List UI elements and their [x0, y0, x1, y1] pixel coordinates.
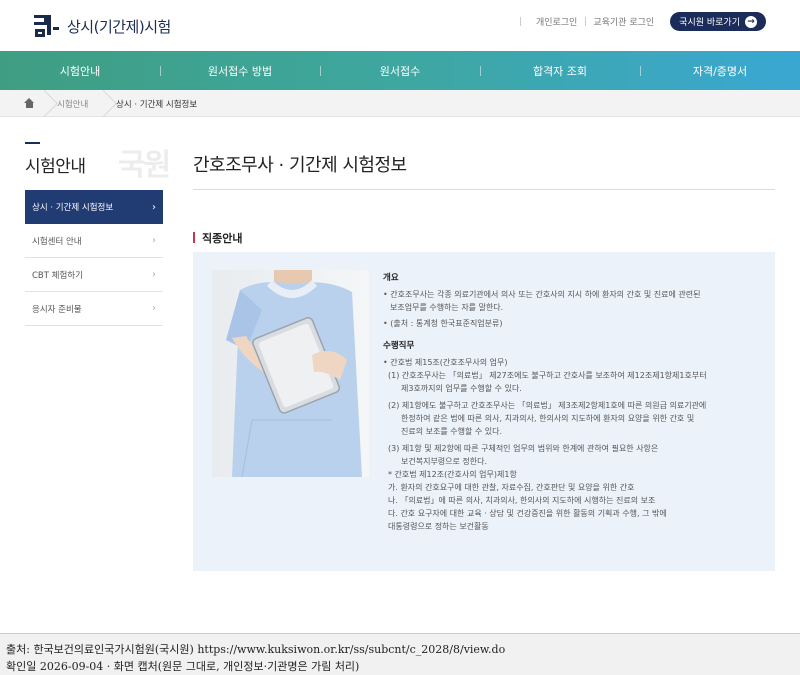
confirm-line: 확인일 2026-09-04 · 화면 캡처(원문 그대로, 개인정보·기관명은… [6, 660, 360, 673]
chevron-right-icon: › [152, 269, 156, 280]
duties-line: 제3호까지의 업무를 수행할 수 있다. [401, 384, 522, 393]
overview-line: • 간호조무사는 각종 의료기관에서 의사 또는 간호사의 지시 하에 환자의 … [383, 288, 763, 314]
chevron-right-icon: › [152, 303, 156, 314]
duties-line: 다. 간호 요구자에 대한 교육 · 상담 및 건강증진을 위한 활동의 기획과… [388, 509, 667, 518]
breadcrumb-current: 상시 · 기간제 시험정보 [116, 100, 198, 110]
gnb-application[interactable]: 원서접수 [320, 51, 480, 90]
page-title: 간호조무사 · 기간제 시험정보 [193, 155, 407, 176]
gnb-exam-guide[interactable]: 시험안내 [0, 51, 160, 90]
side-item-cbt-trial[interactable]: CBT 체험하기 › [25, 258, 163, 292]
overview-text: • 간호조무사는 각종 의료기관에서 의사 또는 간호사의 지시 하에 환자의 … [383, 290, 701, 299]
section-accent [193, 232, 195, 243]
nurse-photo [212, 270, 369, 477]
side-title: 시험안내 [25, 157, 86, 177]
institution-login-link[interactable]: 교육기관 로그인 [585, 15, 662, 28]
duties-line: 보건복지부령으로 정한다. [401, 457, 488, 466]
utility-nav: 개인로그인 교육기관 로그인 국시원 바로가기 → [519, 12, 766, 31]
overview-text: 보조업무를 수행하는 자를 말한다. [390, 303, 504, 312]
side-item-supplies[interactable]: 응시자 준비물 › [25, 292, 163, 326]
arrow-right-icon: → [745, 15, 757, 28]
personal-login-link[interactable]: 개인로그인 [519, 15, 585, 28]
side-watermark-logo: 국원 [118, 148, 171, 183]
duties-line: 가. 환자의 간호요구에 대한 관찰, 자료수집, 간호판단 및 요양을 위한 … [388, 483, 635, 492]
title-divider [193, 189, 775, 190]
duties-line: 한정하여 같은 법에 따른 의사, 치과의사, 한의사의 지도하에 환자의 요양… [401, 414, 695, 423]
side-item-label: 상시 · 기간제 시험정보 [32, 203, 114, 213]
site-title: 상시(기간제)시험 [67, 17, 171, 36]
gnb-certificate[interactable]: 자격/증명서 [640, 51, 800, 90]
gnb-pass-lookup[interactable]: 합격자 조회 [480, 51, 640, 90]
overview-source: • (출처 : 통계청 한국표준직업분류) [383, 319, 503, 328]
side-title-accent [25, 142, 40, 144]
breadcrumb-item-exam-guide[interactable]: 시험안내 [57, 98, 88, 110]
site-logo[interactable]: 상시(기간제)시험 [33, 13, 171, 39]
overview-heading: 개요 [383, 273, 399, 283]
job-description: 개요 • 간호조무사는 각종 의료기관에서 의사 또는 간호사의 지시 하에 환… [383, 272, 763, 533]
breadcrumb: 시험안내 상시 · 기간제 시험정보 [0, 90, 800, 117]
chevron-right-icon: › [152, 235, 156, 246]
gnb-application-method[interactable]: 원서접수 방법 [160, 51, 320, 90]
duties-line: (1) 간호조무사는 「의료법」 제27조에도 불구하고 간호사를 보조하여 제… [388, 371, 707, 380]
duties-line: * 간호법 제12조(간호사의 업무)제1항 [388, 470, 517, 479]
duties-line: (2) 제1항에도 불구하고 간호조무사는 「의료법」 제3조제2항제1호에 따… [388, 401, 707, 410]
main-nav: 시험안내 원서접수 방법 원서접수 합격자 조회 자격/증명서 [0, 51, 800, 90]
chevron-right-icon: › [152, 201, 156, 213]
source-line: 출처: 한국보건의료인국가시험원(국시원) https://www.kuksiw… [6, 643, 506, 656]
job-info-box: 개요 • 간호조무사는 각종 의료기관에서 의사 또는 간호사의 지시 하에 환… [193, 252, 775, 571]
logo-mark-icon [33, 13, 59, 39]
side-item-regular-exam-info[interactable]: 상시 · 기간제 시험정보 › [25, 190, 163, 224]
duties-line: (3) 제1항 및 제2항에 따른 구체적인 업무의 범위와 한계에 관하여 필… [388, 444, 659, 453]
duties-line: • 간호법 제15조(간호조무사의 업무) [383, 358, 508, 367]
duties-heading: 수행직무 [383, 341, 415, 351]
side-item-label: 시험센터 안내 [32, 236, 82, 247]
kuksiwon-shortcut-label: 국시원 바로가기 [679, 18, 740, 28]
source-caption: 출처: 한국보건의료인국가시험원(국시원) https://www.kuksiw… [0, 633, 800, 675]
duties-line: 진료의 보조를 수행할 수 있다. [401, 427, 503, 436]
side-menu: 상시 · 기간제 시험정보 › 시험센터 안내 › CBT 체험하기 › 응시자… [25, 190, 163, 326]
duties-line: 대통령령으로 정하는 보건활동 [388, 522, 489, 531]
site-header: 상시(기간제)시험 개인로그인 교육기관 로그인 국시원 바로가기 → [0, 0, 800, 51]
kuksiwon-shortcut-button[interactable]: 국시원 바로가기 → [670, 12, 766, 31]
side-item-label: 응시자 준비물 [32, 304, 82, 315]
section-title: 직종안내 [202, 232, 243, 245]
duties-line: 나. 「의료법」에 따른 의사, 치과의사, 한의사의 지도하에 시행하는 진료… [388, 496, 656, 505]
side-item-test-center[interactable]: 시험센터 안내 › [25, 224, 163, 258]
side-item-label: CBT 체험하기 [32, 270, 83, 281]
